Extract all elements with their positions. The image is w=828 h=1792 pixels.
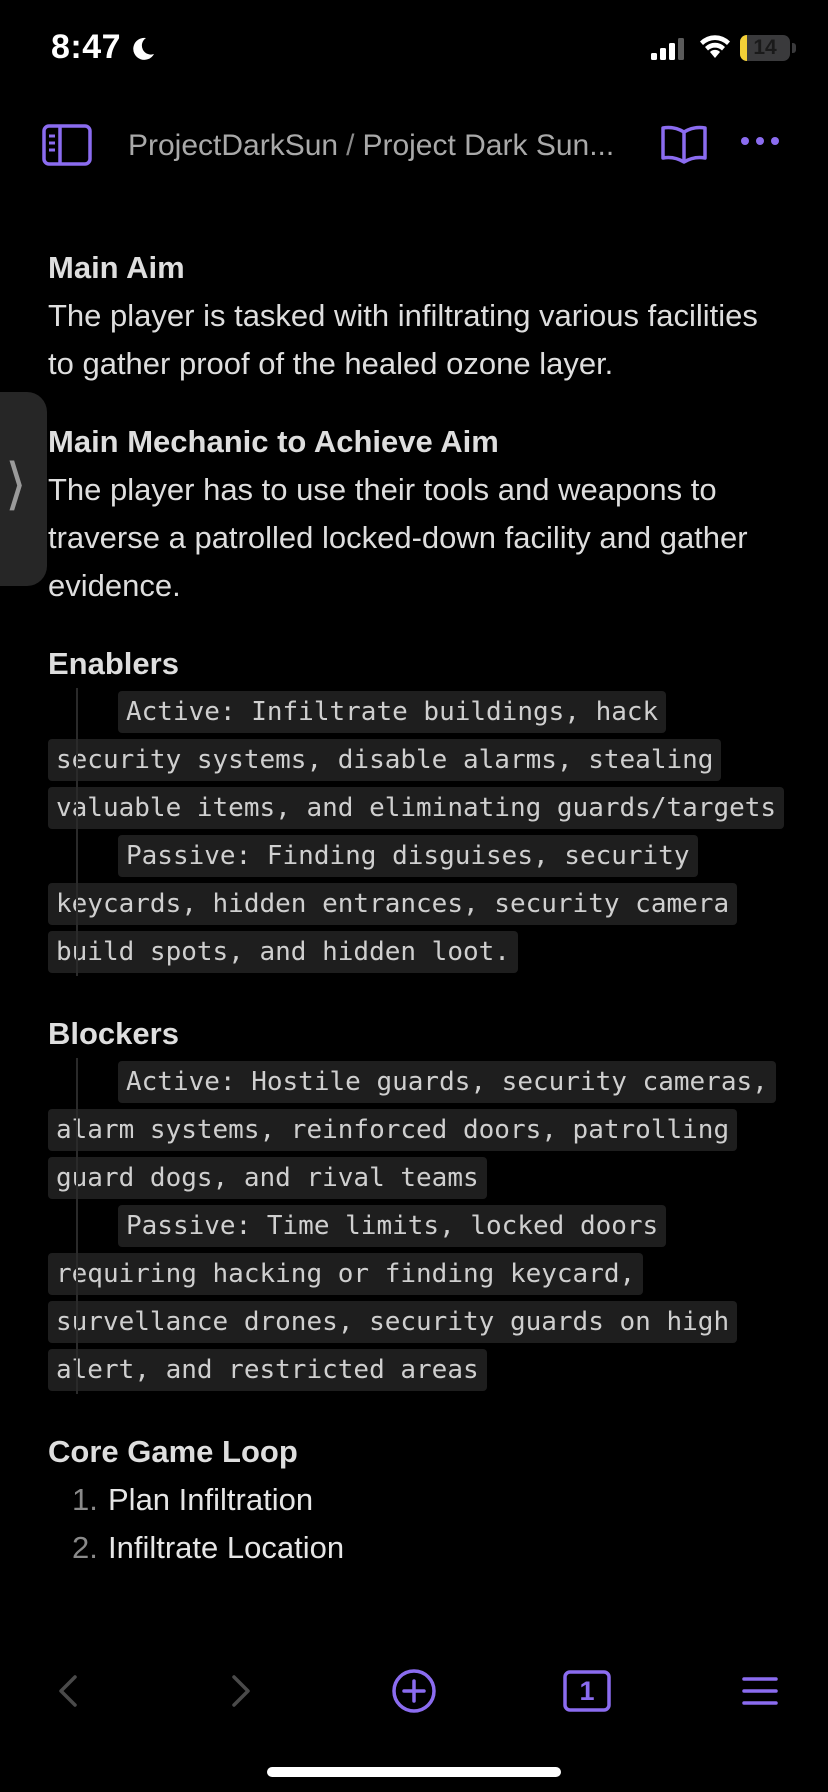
back-arrow-icon[interactable]	[56, 1674, 80, 1708]
note-header: ProjectDarkSun / Project Dark Sun...	[0, 110, 828, 180]
list-item-label: Infiltrate Location	[108, 1530, 345, 1565]
blockers-active-text: Active: Hostile guards, security cameras…	[48, 1061, 776, 1199]
blockers-passive-text: Passive: Time limits, locked doors requi…	[48, 1205, 738, 1391]
enablers-passive: Passive: Finding disguises, security key…	[48, 832, 788, 976]
enablers-active-text: Active: Infiltrate buildings, hack secur…	[48, 691, 785, 829]
heading-main-mechanic: Main Mechanic to Achieve Aim	[48, 424, 499, 459]
side-panel-handle[interactable]: ⟩	[0, 392, 47, 586]
signal-icon	[651, 38, 684, 60]
heading-enablers: Enablers	[48, 646, 179, 681]
enablers-active: Active: Infiltrate buildings, hack secur…	[48, 688, 788, 832]
heading-blockers: Blockers	[48, 1016, 179, 1051]
home-indicator[interactable]	[267, 1767, 561, 1777]
breadcrumb-separator: /	[346, 129, 355, 162]
text-main-mechanic: The player has to use their tools and we…	[48, 472, 748, 603]
tab-count: 1	[579, 1676, 595, 1706]
tabs-button[interactable]: 1	[563, 1670, 611, 1712]
section-core-loop: Core Game Loop 1. Plan Infiltration 2. Inf…	[48, 1428, 788, 1572]
text-main-aim: The player is tasked with infiltrating v…	[48, 298, 758, 381]
breadcrumb[interactable]: ProjectDarkSun / Project Dark Sun...	[128, 129, 614, 163]
list-item-number: 2.	[72, 1530, 98, 1565]
note-content[interactable]: Main Aim The player is tasked with infil…	[48, 244, 788, 1644]
more-options-icon[interactable]	[740, 134, 780, 148]
indent-guide	[76, 688, 78, 976]
battery-icon: 14	[740, 35, 790, 61]
moon-icon	[133, 37, 154, 60]
blockers-block: Active: Hostile guards, security cameras…	[48, 1058, 788, 1394]
section-main-mechanic: Main Mechanic to Achieve Aim The player …	[48, 418, 788, 610]
battery-cap	[792, 43, 796, 53]
menu-icon[interactable]	[742, 1676, 778, 1706]
enablers-passive-text: Passive: Finding disguises, security key…	[48, 835, 738, 973]
new-note-plus-icon[interactable]	[391, 1668, 437, 1714]
indent-guide	[76, 1058, 78, 1394]
blockers-active: Active: Hostile guards, security cameras…	[48, 1058, 788, 1202]
core-loop-list: 1. Plan Infiltration 2. Infiltrate Locatio…	[48, 1476, 788, 1572]
blockers-passive: Passive: Time limits, locked doors requi…	[48, 1202, 788, 1394]
forward-arrow-icon[interactable]	[229, 1674, 253, 1708]
section-enablers: Enablers Active: Infiltrate buildings, h…	[48, 640, 788, 976]
list-item: 2. Infiltrate Location	[48, 1524, 788, 1572]
status-bar: 8:47 14	[0, 0, 828, 100]
list-item-label: Plan Infiltration	[108, 1482, 314, 1517]
sidebar-toggle-icon[interactable]	[42, 124, 92, 166]
heading-main-aim: Main Aim	[48, 250, 185, 285]
reading-view-book-icon[interactable]	[660, 124, 708, 166]
list-item-number: 1.	[72, 1482, 98, 1517]
section-blockers: Blockers Active: Hostile guards, securit…	[48, 1010, 788, 1394]
breadcrumb-note-title[interactable]: Project Dark Sun...	[362, 129, 614, 162]
battery-level: 14	[753, 36, 777, 59]
section-main-aim: Main Aim The player is tasked with infil…	[48, 244, 788, 388]
wifi-icon	[700, 35, 730, 58]
chevron-right-icon: ⟩	[5, 452, 27, 517]
heading-core-loop: Core Game Loop	[48, 1434, 298, 1469]
status-time: 8:47	[51, 28, 122, 66]
breadcrumb-vault[interactable]: ProjectDarkSun	[128, 129, 338, 162]
list-item: 1. Plan Infiltration	[48, 1476, 788, 1524]
enablers-block: Active: Infiltrate buildings, hack secur…	[48, 688, 788, 976]
